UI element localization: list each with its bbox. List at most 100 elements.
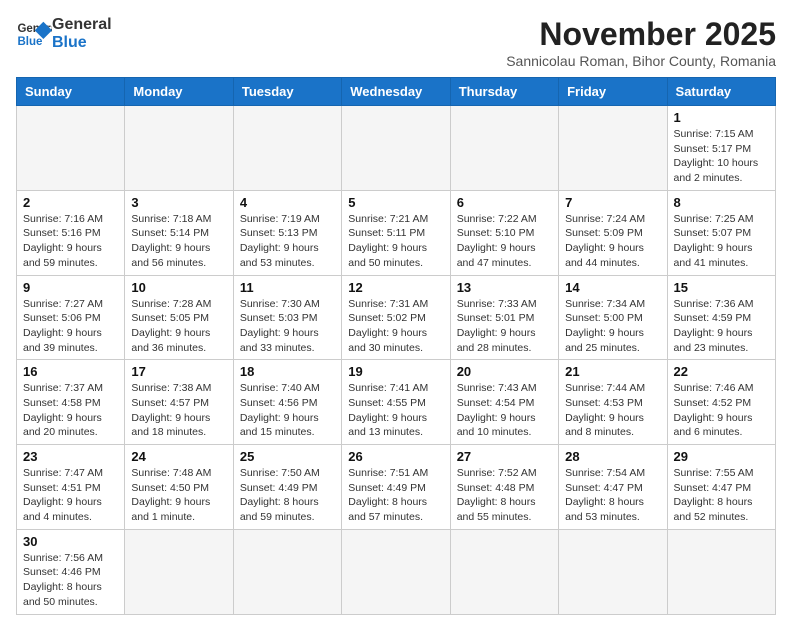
calendar-cell: 3 Sunrise: 7:18 AM Sunset: 5:14 PM Daylig…: [125, 190, 233, 275]
calendar-cell: [125, 529, 233, 614]
day-number: 4: [240, 195, 335, 210]
calendar-cell: 14Sunrise: 7:34 AM Sunset: 5:00 PM Dayli…: [559, 275, 667, 360]
calendar-cell: [125, 106, 233, 191]
calendar-cell: 11 Sunrise: 7:30 AM Sunset: 5:03 PM Dayli…: [233, 275, 341, 360]
col-header-friday: Friday: [559, 78, 667, 106]
calendar-cell: 7 Sunrise: 7:24 AM Sunset: 5:09 PM Daylig…: [559, 190, 667, 275]
day-number: 19: [348, 364, 443, 379]
calendar-week-row: 30 Sunrise: 7:56 AM Sunset: 4:46 PM Dayli…: [17, 529, 776, 614]
day-number: 9: [23, 280, 118, 295]
day-number: 5: [348, 195, 443, 210]
svg-text:Blue: Blue: [17, 36, 43, 48]
calendar-cell: 26Sunrise: 7:51 AM Sunset: 4:49 PM Dayli…: [342, 445, 450, 530]
logo-blue: Blue: [52, 34, 112, 52]
calendar-cell: [342, 106, 450, 191]
day-info: Sunrise: 7:50 AM Sunset: 4:49 PM Dayligh…: [240, 466, 335, 525]
calendar-cell: 9 Sunrise: 7:27 AM Sunset: 5:06 PM Daylig…: [17, 275, 125, 360]
calendar-cell: 5 Sunrise: 7:21 AM Sunset: 5:11 PM Daylig…: [342, 190, 450, 275]
day-info: Sunrise: 7:55 AM Sunset: 4:47 PM Dayligh…: [674, 466, 769, 525]
day-number: 3: [131, 195, 226, 210]
day-info: Sunrise: 7:22 AM Sunset: 5:10 PM Dayligh…: [457, 212, 552, 271]
col-header-saturday: Saturday: [667, 78, 775, 106]
calendar-week-row: 1 Sunrise: 7:15 AM Sunset: 5:17 PM Daylig…: [17, 106, 776, 191]
day-number: 27: [457, 449, 552, 464]
calendar-cell: 1 Sunrise: 7:15 AM Sunset: 5:17 PM Daylig…: [667, 106, 775, 191]
day-info: Sunrise: 7:27 AM Sunset: 5:06 PM Dayligh…: [23, 297, 118, 356]
day-info: Sunrise: 7:41 AM Sunset: 4:55 PM Dayligh…: [348, 381, 443, 440]
day-info: Sunrise: 7:38 AM Sunset: 4:57 PM Dayligh…: [131, 381, 226, 440]
day-info: Sunrise: 7:16 AM Sunset: 5:16 PM Dayligh…: [23, 212, 118, 271]
day-number: 1: [674, 110, 769, 125]
calendar-cell: 18Sunrise: 7:40 AM Sunset: 4:56 PM Dayli…: [233, 360, 341, 445]
day-number: 24: [131, 449, 226, 464]
calendar-cell: 28Sunrise: 7:54 AM Sunset: 4:47 PM Dayli…: [559, 445, 667, 530]
day-number: 2: [23, 195, 118, 210]
day-number: 29: [674, 449, 769, 464]
day-info: Sunrise: 7:25 AM Sunset: 5:07 PM Dayligh…: [674, 212, 769, 271]
calendar-cell: [233, 106, 341, 191]
page-header: General Blue General Blue November 2025 …: [16, 16, 776, 69]
calendar-cell: 30 Sunrise: 7:56 AM Sunset: 4:46 PM Dayli…: [17, 529, 125, 614]
day-number: 22: [674, 364, 769, 379]
calendar-cell: 2 Sunrise: 7:16 AM Sunset: 5:16 PM Daylig…: [17, 190, 125, 275]
col-header-monday: Monday: [125, 78, 233, 106]
col-header-tuesday: Tuesday: [233, 78, 341, 106]
calendar-cell: 19 Sunrise: 7:41 AM Sunset: 4:55 PM Dayli…: [342, 360, 450, 445]
calendar-cell: [233, 529, 341, 614]
month-title: November 2025: [506, 16, 776, 53]
calendar-cell: 15 Sunrise: 7:36 AM Sunset: 4:59 PM Dayli…: [667, 275, 775, 360]
day-info: Sunrise: 7:37 AM Sunset: 4:58 PM Dayligh…: [23, 381, 118, 440]
calendar-cell: 22 Sunrise: 7:46 AM Sunset: 4:52 PM Dayli…: [667, 360, 775, 445]
calendar-cell: 16Sunrise: 7:37 AM Sunset: 4:58 PM Dayli…: [17, 360, 125, 445]
col-header-thursday: Thursday: [450, 78, 558, 106]
location-subtitle: Sannicolau Roman, Bihor County, Romania: [506, 53, 776, 69]
logo: General Blue General Blue: [16, 16, 112, 52]
day-number: 7: [565, 195, 660, 210]
day-info: Sunrise: 7:46 AM Sunset: 4:52 PM Dayligh…: [674, 381, 769, 440]
day-number: 15: [674, 280, 769, 295]
calendar-cell: 6 Sunrise: 7:22 AM Sunset: 5:10 PM Daylig…: [450, 190, 558, 275]
calendar-cell: [342, 529, 450, 614]
calendar-cell: 10 Sunrise: 7:28 AM Sunset: 5:05 PM Dayli…: [125, 275, 233, 360]
day-info: Sunrise: 7:47 AM Sunset: 4:51 PM Dayligh…: [23, 466, 118, 525]
day-number: 14: [565, 280, 660, 295]
calendar-week-row: 16Sunrise: 7:37 AM Sunset: 4:58 PM Dayli…: [17, 360, 776, 445]
calendar-cell: 21Sunrise: 7:44 AM Sunset: 4:53 PM Dayli…: [559, 360, 667, 445]
day-info: Sunrise: 7:18 AM Sunset: 5:14 PM Dayligh…: [131, 212, 226, 271]
day-info: Sunrise: 7:30 AM Sunset: 5:03 PM Dayligh…: [240, 297, 335, 356]
day-number: 12: [348, 280, 443, 295]
calendar-cell: [559, 529, 667, 614]
day-info: Sunrise: 7:33 AM Sunset: 5:01 PM Dayligh…: [457, 297, 552, 356]
day-number: 11: [240, 280, 335, 295]
day-number: 23: [23, 449, 118, 464]
day-number: 6: [457, 195, 552, 210]
calendar-week-row: 2 Sunrise: 7:16 AM Sunset: 5:16 PM Daylig…: [17, 190, 776, 275]
calendar-table: SundayMondayTuesdayWednesdayThursdayFrid…: [16, 77, 776, 615]
calendar-cell: 29 Sunrise: 7:55 AM Sunset: 4:47 PM Dayli…: [667, 445, 775, 530]
calendar-week-row: 9 Sunrise: 7:27 AM Sunset: 5:06 PM Daylig…: [17, 275, 776, 360]
day-info: Sunrise: 7:21 AM Sunset: 5:11 PM Dayligh…: [348, 212, 443, 271]
day-info: Sunrise: 7:44 AM Sunset: 4:53 PM Dayligh…: [565, 381, 660, 440]
day-info: Sunrise: 7:24 AM Sunset: 5:09 PM Dayligh…: [565, 212, 660, 271]
calendar-cell: 8Sunrise: 7:25 AM Sunset: 5:07 PM Daylig…: [667, 190, 775, 275]
calendar-cell: 13 Sunrise: 7:33 AM Sunset: 5:01 PM Dayli…: [450, 275, 558, 360]
day-info: Sunrise: 7:15 AM Sunset: 5:17 PM Dayligh…: [674, 127, 769, 186]
day-info: Sunrise: 7:19 AM Sunset: 5:13 PM Dayligh…: [240, 212, 335, 271]
day-number: 26: [348, 449, 443, 464]
calendar-cell: 17Sunrise: 7:38 AM Sunset: 4:57 PM Dayli…: [125, 360, 233, 445]
calendar-cell: 12 Sunrise: 7:31 AM Sunset: 5:02 PM Dayli…: [342, 275, 450, 360]
day-info: Sunrise: 7:31 AM Sunset: 5:02 PM Dayligh…: [348, 297, 443, 356]
day-info: Sunrise: 7:56 AM Sunset: 4:46 PM Dayligh…: [23, 551, 118, 610]
day-number: 13: [457, 280, 552, 295]
day-number: 30: [23, 534, 118, 549]
calendar-cell: [450, 529, 558, 614]
day-info: Sunrise: 7:40 AM Sunset: 4:56 PM Dayligh…: [240, 381, 335, 440]
calendar-cell: 27Sunrise: 7:52 AM Sunset: 4:48 PM Dayli…: [450, 445, 558, 530]
title-area: November 2025 Sannicolau Roman, Bihor Co…: [506, 16, 776, 69]
calendar-cell: [667, 529, 775, 614]
day-info: Sunrise: 7:28 AM Sunset: 5:05 PM Dayligh…: [131, 297, 226, 356]
day-info: Sunrise: 7:36 AM Sunset: 4:59 PM Dayligh…: [674, 297, 769, 356]
day-number: 10: [131, 280, 226, 295]
day-number: 28: [565, 449, 660, 464]
day-number: 25: [240, 449, 335, 464]
